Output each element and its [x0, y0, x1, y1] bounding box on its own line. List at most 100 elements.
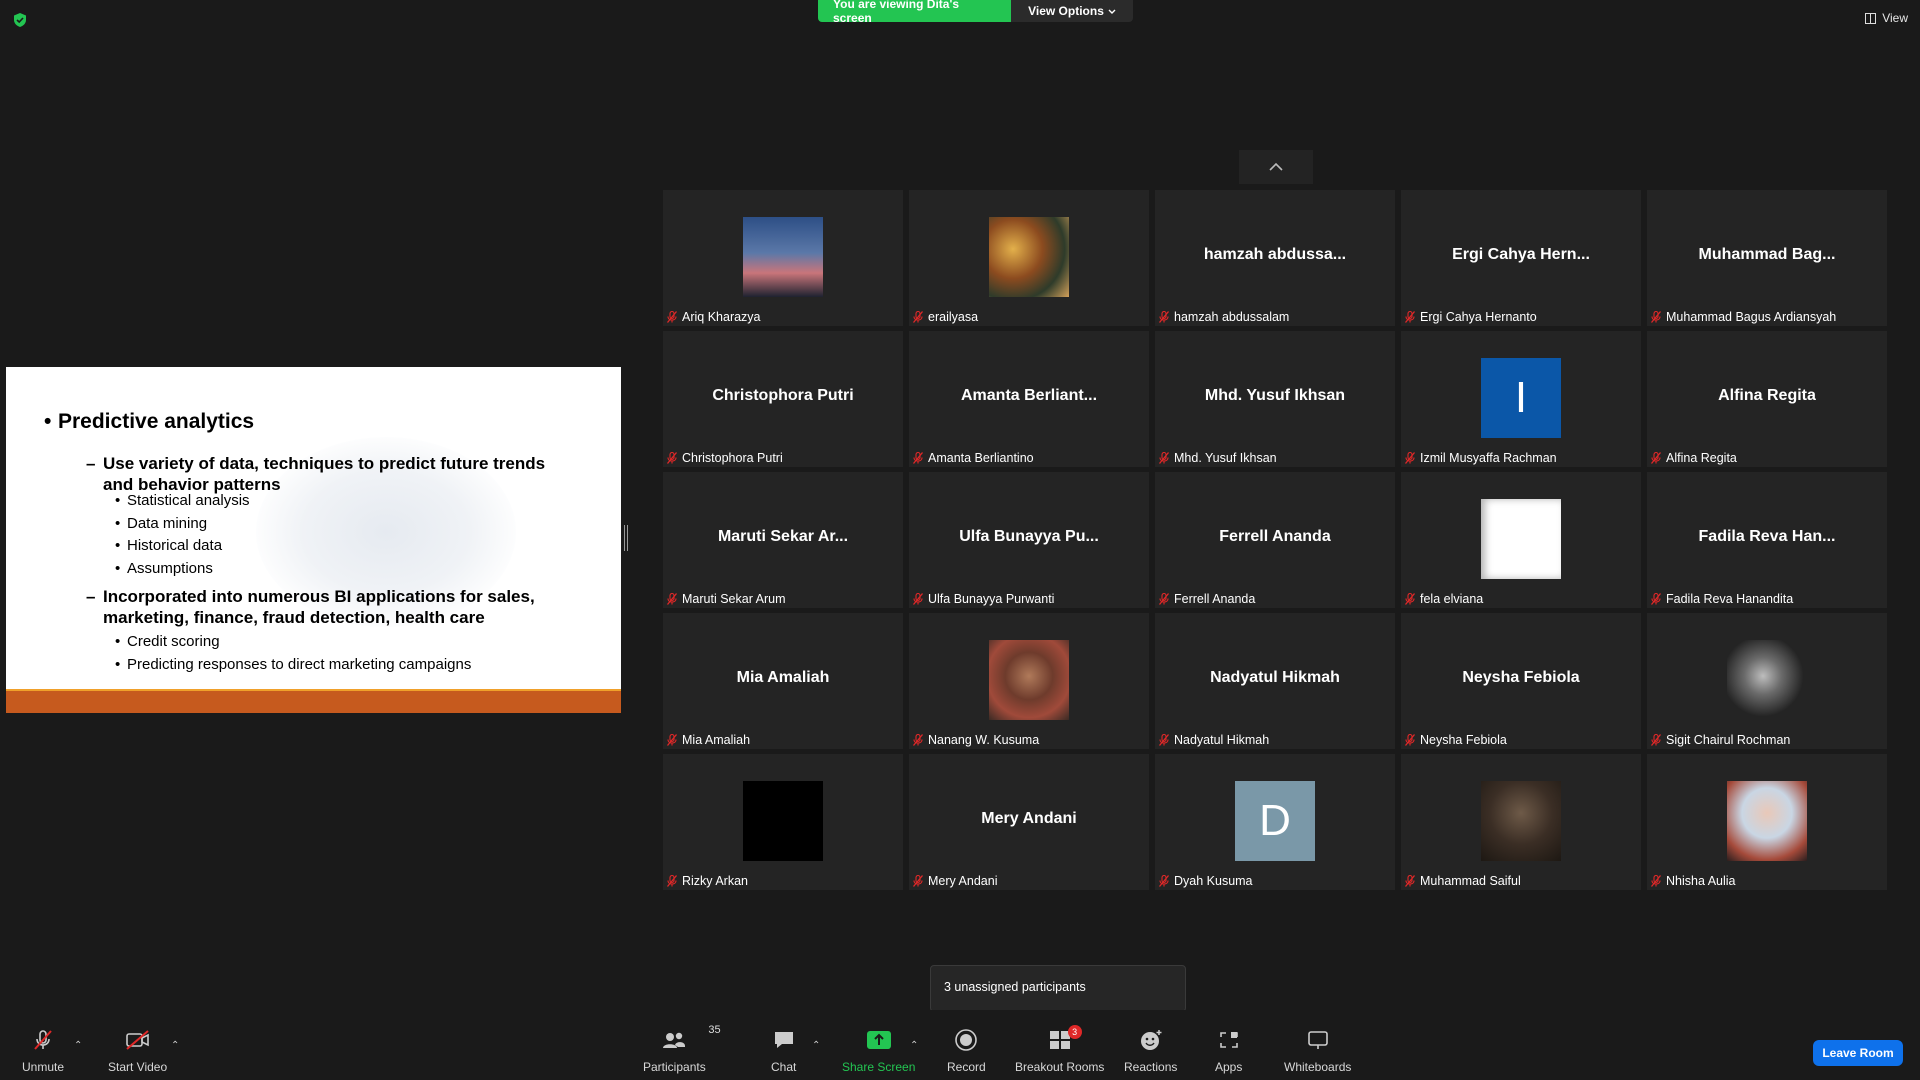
- viewing-label: You are viewing Dita's screen: [818, 0, 1011, 22]
- view-label: View: [1882, 11, 1908, 25]
- participant-namebar: erailyasa: [913, 310, 978, 324]
- mic-muted-icon: [1651, 452, 1661, 464]
- participant-tile[interactable]: Ergi Cahya Hern... Ergi Cahya Hernanto: [1401, 190, 1641, 326]
- participant-tile[interactable]: Ferrell Ananda Ferrell Ananda: [1155, 472, 1395, 608]
- record-label: Record: [947, 1060, 986, 1074]
- participant-tile[interactable]: Nanang W. Kusuma: [909, 613, 1149, 749]
- view-options-button[interactable]: View Options: [1011, 0, 1133, 22]
- participant-namebar: Dyah Kusuma: [1159, 874, 1253, 888]
- participants-icon: 35: [660, 1024, 721, 1052]
- participant-tile[interactable]: hamzah abdussa... hamzah abdussalam: [1155, 190, 1395, 326]
- unassigned-participants-tooltip: 3 unassigned participants: [930, 965, 1186, 1012]
- participant-tile[interactable]: Muhammad Bag... Muhammad Bagus Ardiansyah: [1647, 190, 1887, 326]
- chat-button[interactable]: Chat: [771, 1028, 796, 1074]
- apps-icon: [1217, 1028, 1241, 1052]
- breakout-rooms-badge: 3: [1067, 1025, 1082, 1039]
- participant-display-name: Ergi Cahya Hern...: [1452, 246, 1590, 263]
- view-grid-icon: [1865, 12, 1877, 24]
- resize-handle[interactable]: [624, 525, 628, 551]
- share-screen-icon: [866, 1028, 892, 1052]
- leave-room-button[interactable]: Leave Room: [1813, 1040, 1903, 1066]
- record-icon: [954, 1028, 978, 1052]
- participant-name: Mery Andani: [928, 874, 998, 888]
- participant-tile[interactable]: Nhisha Aulia: [1647, 754, 1887, 890]
- record-button[interactable]: Record: [947, 1028, 986, 1074]
- participant-tile[interactable]: Fadila Reva Han... Fadila Reva Hanandita: [1647, 472, 1887, 608]
- participants-button[interactable]: 35 Participants: [643, 1024, 721, 1074]
- participant-display-name: Ferrell Ananda: [1219, 528, 1331, 545]
- participant-name: Fadila Reva Hanandita: [1666, 592, 1794, 606]
- apps-button[interactable]: Apps: [1215, 1028, 1242, 1074]
- participant-namebar: Muhammad Saiful: [1405, 874, 1521, 888]
- security-shield-icon[interactable]: [12, 12, 28, 28]
- participant-avatar: [1481, 499, 1561, 579]
- participant-tile[interactable]: Neysha Febiola Neysha Febiola: [1401, 613, 1641, 749]
- chat-options-caret-icon[interactable]: ⌃: [812, 1040, 820, 1051]
- participant-name: Rizky Arkan: [682, 874, 748, 888]
- view-button[interactable]: View: [1865, 11, 1908, 25]
- participant-tile[interactable]: Christophora Putri Christophora Putri: [663, 331, 903, 467]
- start-video-button[interactable]: Start Video: [108, 1028, 167, 1074]
- participant-tile[interactable]: Ariq Kharazya: [663, 190, 903, 326]
- participant-display-name: Neysha Febiola: [1462, 669, 1580, 686]
- whiteboards-button[interactable]: Whiteboards: [1284, 1028, 1351, 1074]
- mic-muted-icon: [667, 593, 677, 605]
- mic-muted-icon: [1405, 734, 1415, 746]
- participant-display-name: Ulfa Bunayya Pu...: [959, 528, 1099, 545]
- video-options-caret-icon[interactable]: ⌃: [171, 1040, 179, 1051]
- mic-muted-icon: [1159, 875, 1169, 887]
- collapse-gallery-button[interactable]: [1239, 150, 1313, 184]
- participant-tile[interactable]: Rizky Arkan: [663, 754, 903, 890]
- participant-namebar: Mhd. Yusuf Ikhsan: [1159, 451, 1277, 465]
- reactions-icon: [1139, 1028, 1163, 1052]
- mic-muted-icon: [913, 593, 923, 605]
- participant-tile[interactable]: I Izmil Musyaffa Rachman: [1401, 331, 1641, 467]
- participant-tile[interactable]: erailyasa: [909, 190, 1149, 326]
- participant-avatar: D: [1235, 781, 1315, 861]
- mic-muted-icon: [1159, 593, 1169, 605]
- breakout-rooms-button[interactable]: 3 Breakout Rooms: [1015, 1025, 1104, 1074]
- participant-namebar: Izmil Musyaffa Rachman: [1405, 451, 1557, 465]
- participant-namebar: Maruti Sekar Arum: [667, 592, 786, 606]
- participant-name: Muhammad Bagus Ardiansyah: [1666, 310, 1837, 324]
- participant-namebar: Ulfa Bunayya Purwanti: [913, 592, 1054, 606]
- participant-tile[interactable]: Maruti Sekar Ar... Maruti Sekar Arum: [663, 472, 903, 608]
- participant-avatar: [1727, 781, 1807, 861]
- share-screen-label: Share Screen: [842, 1060, 916, 1074]
- participant-tile[interactable]: Mhd. Yusuf Ikhsan Mhd. Yusuf Ikhsan: [1155, 331, 1395, 467]
- participant-tile[interactable]: Ulfa Bunayya Pu... Ulfa Bunayya Purwanti: [909, 472, 1149, 608]
- participant-name: Ergi Cahya Hernanto: [1420, 310, 1537, 324]
- unmute-button[interactable]: Unmute: [22, 1028, 64, 1074]
- participant-tile[interactable]: Amanta Berliant... Amanta Berliantino: [909, 331, 1149, 467]
- mic-muted-icon: [1651, 593, 1661, 605]
- mic-muted-icon: [1651, 311, 1661, 323]
- participant-tile[interactable]: Mia Amaliah Mia Amaliah: [663, 613, 903, 749]
- unassigned-label: 3 unassigned participants: [944, 980, 1086, 994]
- participant-tile[interactable]: Sigit Chairul Rochman: [1647, 613, 1887, 749]
- share-screen-button[interactable]: Share Screen: [842, 1028, 915, 1074]
- participant-display-name: Alfina Regita: [1718, 387, 1816, 404]
- chevron-down-icon: [1108, 4, 1116, 18]
- mic-muted-icon: [913, 311, 923, 323]
- participant-display-name: hamzah abdussa...: [1203, 246, 1347, 263]
- slide-content: Predictive analytics Use variety of data…: [6, 367, 621, 713]
- participant-tile[interactable]: fela elviana: [1401, 472, 1641, 608]
- slide-item: Data mining: [115, 515, 207, 532]
- participant-tile[interactable]: Alfina Regita Alfina Regita: [1647, 331, 1887, 467]
- participant-tile[interactable]: Nadyatul Hikmah Nadyatul Hikmah: [1155, 613, 1395, 749]
- share-options-caret-icon[interactable]: ⌃: [910, 1040, 918, 1051]
- mic-muted-icon: [1159, 452, 1169, 464]
- audio-options-caret-icon[interactable]: ⌃: [74, 1040, 82, 1051]
- slide-item: Assumptions: [115, 560, 213, 577]
- whiteboards-label: Whiteboards: [1284, 1060, 1352, 1074]
- participant-tile[interactable]: Mery Andani Mery Andani: [909, 754, 1149, 890]
- mic-muted-icon: [913, 452, 923, 464]
- start-video-label: Start Video: [108, 1060, 168, 1074]
- participant-name: Amanta Berliantino: [928, 451, 1034, 465]
- participant-tile[interactable]: Muhammad Saiful: [1401, 754, 1641, 890]
- mic-muted-icon: [1405, 593, 1415, 605]
- reactions-button[interactable]: Reactions: [1124, 1028, 1177, 1074]
- viewing-banner: You are viewing Dita's screen View Optio…: [818, 0, 1133, 22]
- shared-screen[interactable]: Predictive analytics Use variety of data…: [6, 367, 621, 713]
- participant-tile[interactable]: D Dyah Kusuma: [1155, 754, 1395, 890]
